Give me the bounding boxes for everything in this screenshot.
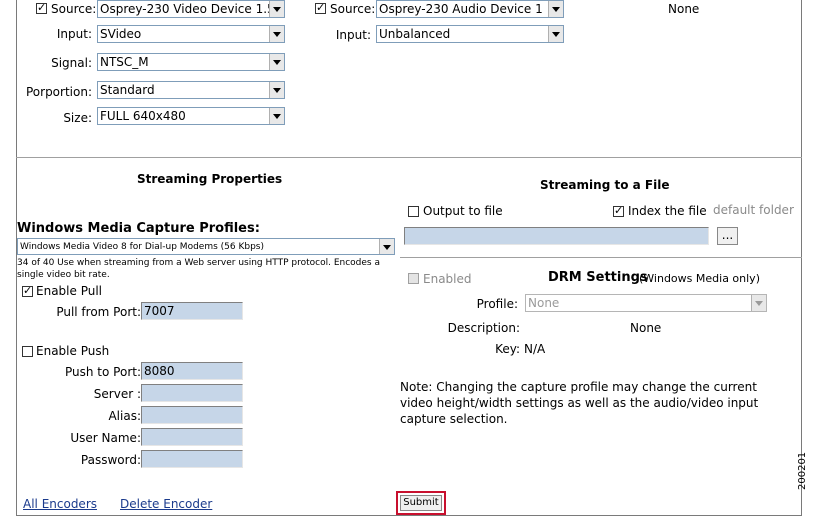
pull-port-label: Pull from Port: xyxy=(56,305,141,319)
drm-divider xyxy=(400,257,802,258)
drm-enabled-label: Enabled xyxy=(423,272,472,286)
chevron-down-icon xyxy=(548,26,563,42)
username-label: User Name: xyxy=(70,431,141,445)
chevron-down-icon xyxy=(269,108,284,124)
drm-enabled-checkbox[interactable] xyxy=(408,273,419,284)
capture-profile-value: Windows Media Video 8 for Dial-up Modems… xyxy=(20,242,264,252)
push-port-label: Push to Port: xyxy=(65,365,141,379)
frame-bottom-border xyxy=(16,515,802,516)
video-signal-select[interactable]: NTSC_M xyxy=(97,53,285,71)
chevron-down-icon xyxy=(269,82,284,98)
video-source-value: Osprey-230 Video Device 1.5 xyxy=(100,2,275,16)
video-input-label: Input: xyxy=(56,27,92,41)
streaming-file-title: Streaming to a File xyxy=(540,178,670,192)
video-signal-value: NTSC_M xyxy=(100,55,149,69)
audio-source-value: Osprey-230 Audio Device 1 xyxy=(379,2,543,16)
chevron-down-icon xyxy=(269,26,284,42)
drm-settings-title: DRM Settings xyxy=(548,270,648,285)
streaming-properties-title: Streaming Properties xyxy=(137,172,283,186)
capture-profile-note: Note: Changing the capture profile may c… xyxy=(400,380,759,426)
enable-push-label: Enable Push xyxy=(36,344,110,358)
drm-profile-value: None xyxy=(528,296,560,310)
enable-push-checkbox[interactable] xyxy=(22,346,33,357)
output-to-file-label: Output to file xyxy=(423,204,503,218)
chevron-down-icon xyxy=(269,1,284,17)
capture-profiles-title: Windows Media Capture Profiles: xyxy=(17,221,260,236)
audio-source-label: Source: xyxy=(330,2,376,16)
alias-input[interactable] xyxy=(141,406,243,424)
video-size-value: FULL 640x480 xyxy=(100,109,186,123)
video-proportion-value: Standard xyxy=(100,83,155,97)
server-input[interactable] xyxy=(141,384,243,402)
frame-right-border xyxy=(801,0,802,516)
video-source-checkbox[interactable] xyxy=(36,1,47,14)
drm-profile-label: Profile: xyxy=(476,297,518,311)
video-input-select[interactable]: SVideo xyxy=(97,25,285,43)
chevron-down-icon xyxy=(751,295,766,311)
third-column-value: None xyxy=(668,2,700,16)
video-signal-label: Signal: xyxy=(51,56,92,70)
server-label: Server : xyxy=(93,387,141,401)
delete-encoder-link[interactable]: Delete Encoder xyxy=(120,497,212,511)
push-port-input[interactable]: 8080 xyxy=(141,362,243,380)
video-source-select[interactable]: Osprey-230 Video Device 1.5 xyxy=(97,0,285,18)
capture-profile-select[interactable]: Windows Media Video 8 for Dial-up Modems… xyxy=(17,238,395,255)
capture-profile-description: 34 of 40 Use when streaming from a Web s… xyxy=(17,258,380,280)
output-to-file-checkbox[interactable] xyxy=(408,206,419,217)
video-size-select[interactable]: FULL 640x480 xyxy=(97,107,285,125)
pull-port-input[interactable]: 7007 xyxy=(141,302,243,320)
section-divider xyxy=(16,157,802,158)
pull-port-value: 7007 xyxy=(144,304,175,318)
file-path-input[interactable] xyxy=(404,227,709,245)
password-input[interactable] xyxy=(141,450,243,468)
username-input[interactable] xyxy=(141,428,243,446)
drm-settings-subtitle: (Windows Media only) xyxy=(639,272,760,285)
drm-key-label: Key: xyxy=(495,342,520,356)
push-port-value: 8080 xyxy=(144,364,175,378)
all-encoders-link[interactable]: All Encoders xyxy=(23,497,97,511)
drm-description-label: Description: xyxy=(447,321,520,335)
password-label: Password: xyxy=(80,453,141,467)
browse-button[interactable]: ... xyxy=(717,227,738,245)
index-file-checkbox[interactable] xyxy=(613,204,624,217)
audio-source-select[interactable]: Osprey-230 Audio Device 1 xyxy=(376,0,564,18)
enable-pull-label: Enable Pull xyxy=(36,284,102,298)
chevron-down-icon xyxy=(379,239,394,254)
figure-id-label: 200201 xyxy=(797,451,808,490)
submit-button[interactable]: Submit xyxy=(400,495,442,511)
video-source-label: Source: xyxy=(51,2,97,16)
audio-input-value: Unbalanced xyxy=(379,27,451,41)
audio-input-select[interactable]: Unbalanced xyxy=(376,25,564,43)
alias-label: Alias: xyxy=(108,409,141,423)
video-input-value: SVideo xyxy=(100,27,142,41)
chevron-down-icon xyxy=(548,1,563,17)
drm-profile-select[interactable]: None xyxy=(525,294,767,312)
default-folder-label: default folder xyxy=(713,203,794,217)
video-proportion-label: Porportion: xyxy=(25,85,92,99)
index-file-label: Index the file xyxy=(628,204,707,218)
audio-source-checkbox[interactable] xyxy=(315,1,326,14)
video-proportion-select[interactable]: Standard xyxy=(97,81,285,99)
drm-description-value: None xyxy=(630,321,662,335)
drm-key-value: N/A xyxy=(524,342,546,356)
audio-input-label: Input: xyxy=(335,28,371,42)
enable-pull-checkbox[interactable] xyxy=(22,284,33,297)
chevron-down-icon xyxy=(269,54,284,70)
video-size-label: Size: xyxy=(63,111,92,125)
